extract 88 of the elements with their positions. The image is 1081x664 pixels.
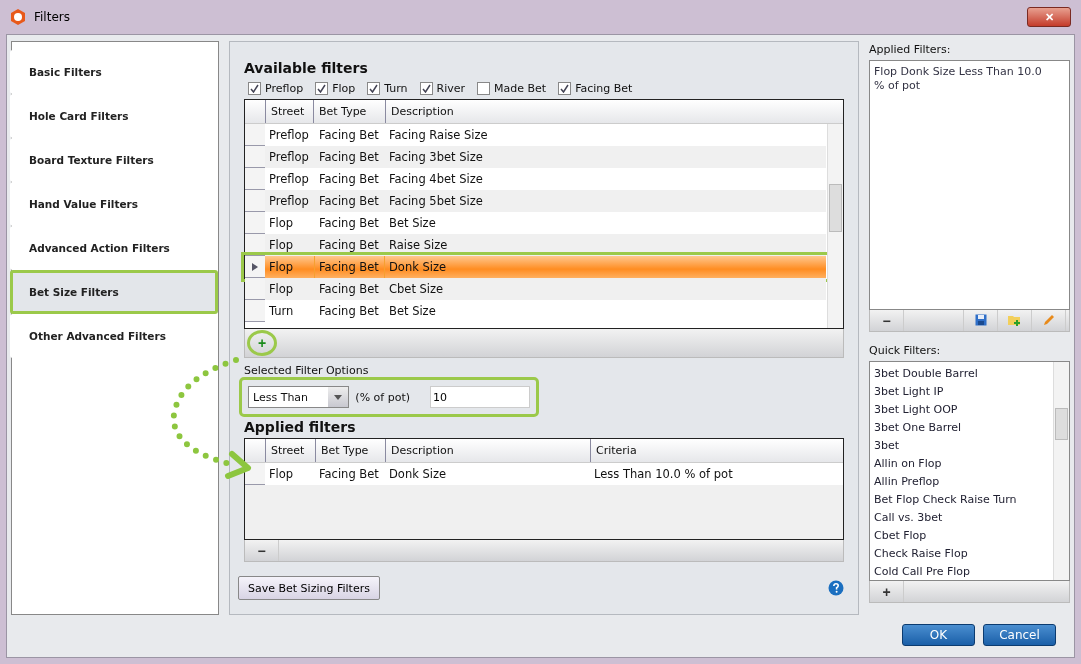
list-item[interactable]: Call vs. 3bet — [874, 508, 1049, 526]
column-header[interactable]: Street — [265, 100, 313, 123]
table-cell-text: Facing Bet — [318, 193, 380, 210]
dialog-button[interactable]: OK — [902, 624, 975, 646]
remove-button[interactable]: − — [870, 310, 904, 331]
table-cell-text: Flop — [268, 466, 295, 483]
table-cell-text: Facing Raise Size — [388, 127, 489, 144]
checkbox[interactable] — [558, 82, 572, 95]
table-row[interactable]: Flop Facing Bet Donk Size Less Than 10.0 % of pot — [245, 463, 843, 485]
checkbox-label: Made Bet — [494, 82, 547, 95]
list-item[interactable]: Cold Call Pre Flop — [874, 562, 1049, 580]
caret-icon — [328, 387, 349, 407]
table-cell-text: Donk Size — [388, 466, 448, 483]
table-cell-text: Facing 3bet Size — [388, 149, 484, 166]
table-cell-text: Flop — [268, 215, 295, 232]
unit-label: (% of pot) — [355, 390, 410, 404]
list-item[interactable]: Allin Preflop — [874, 472, 1049, 490]
table-cell-text: Facing Bet — [318, 466, 380, 483]
table-cell-text: Preflop — [268, 171, 310, 188]
table-cell-text: Preflop — [268, 193, 310, 210]
table-row[interactable]: Preflop Facing Bet Facing 3bet Size — [245, 146, 826, 168]
table-row[interactable]: Preflop Facing Bet Facing 5bet Size — [245, 190, 826, 212]
dialog-button[interactable]: Cancel — [983, 624, 1056, 646]
table-cell-text: Less Than 10.0 % of pot — [593, 466, 734, 483]
checkbox[interactable] — [477, 82, 491, 95]
help-icon[interactable] — [828, 580, 844, 596]
checkbox-label: River — [436, 82, 466, 95]
app-logo-icon — [10, 9, 26, 25]
column-header[interactable]: Bet Type — [315, 439, 385, 462]
list-item[interactable]: Bet Flop Check Raise Turn — [874, 490, 1049, 508]
column-header[interactable]: Bet Type — [313, 100, 385, 123]
column-header[interactable]: Street — [265, 439, 315, 462]
checkbox-label: Preflop — [265, 82, 304, 95]
table-cell-text: Facing 5bet Size — [388, 193, 484, 210]
options-label: Selected Filter Options — [244, 364, 370, 377]
column-header[interactable]: Description — [385, 439, 590, 462]
table-cell-text: Cbet Size — [388, 281, 445, 298]
list-item[interactable]: Allin on Flop — [874, 454, 1049, 472]
list-item[interactable]: Cbet Flop — [874, 526, 1049, 544]
save-button[interactable]: Save Bet Sizing Filters — [238, 576, 380, 600]
column-header[interactable]: Description — [385, 100, 783, 123]
table-cell-text: Facing Bet — [318, 237, 380, 254]
table-cell-text: Facing Bet — [318, 149, 380, 166]
scrollbar[interactable] — [1053, 362, 1069, 580]
checkbox[interactable] — [419, 82, 433, 95]
checkbox-label: Facing Bet — [575, 82, 633, 95]
applied-filter-text: Flop Donk Size Less Than 10.0 % of pot — [874, 65, 1043, 93]
add-button[interactable]: + — [247, 330, 277, 356]
operator-dropdown[interactable]: Less Than — [248, 386, 350, 408]
table-cell-text: Facing Bet — [318, 215, 380, 232]
row-pointer-icon — [252, 262, 258, 271]
table-cell-text: Facing Bet — [318, 281, 380, 298]
sidebar-item[interactable]: Bet Size Filters — [10, 270, 218, 314]
remove-button[interactable]: − — [245, 540, 279, 561]
list-item[interactable]: 3bet Light IP — [874, 382, 1049, 400]
checkbox[interactable] — [315, 82, 329, 95]
panel-label: Applied Filters: — [869, 43, 952, 56]
table-cell-text: Donk Size — [388, 259, 448, 276]
checkbox[interactable] — [248, 82, 261, 95]
checkbox[interactable] — [367, 82, 381, 95]
table-cell-text: Raise Size — [388, 237, 449, 254]
table-cell-text: Bet Size — [388, 215, 437, 232]
list-item[interactable]: 3bet Light OOP — [874, 400, 1049, 418]
checkbox-label: Flop — [332, 82, 356, 95]
panel-label: Quick Filters: — [869, 344, 942, 357]
list-item[interactable]: Check Raise Flop — [874, 544, 1049, 562]
window-title: Filters — [34, 10, 71, 24]
section-title: Available filters — [244, 60, 369, 76]
table-cell-text: Facing 4bet Size — [388, 171, 484, 188]
add-button[interactable]: + — [870, 581, 904, 602]
value-field[interactable]: 10 — [430, 386, 530, 408]
table-cell-text: Preflop — [268, 149, 310, 166]
list-item[interactable]: 3bet Double Barrel — [874, 364, 1049, 382]
table-cell-text: Facing Bet — [318, 171, 380, 188]
list-item[interactable]: 3bet One Barrel — [874, 418, 1049, 436]
list-item[interactable]: 3bet — [874, 436, 1049, 454]
column-header[interactable]: Criteria — [590, 439, 795, 462]
table-cell-text: Bet Size — [388, 303, 437, 320]
table-row[interactable]: Flop Facing Bet Cbet Size — [245, 278, 826, 300]
table-cell-text: Flop — [268, 237, 295, 254]
section-title: Applied filters — [244, 419, 357, 435]
table-cell-text: Turn — [268, 303, 295, 320]
scrollbar[interactable] — [827, 124, 843, 328]
table-cell-text: Preflop — [268, 127, 310, 144]
table-cell-text: Flop — [268, 281, 295, 298]
table-cell-text: Facing Bet — [318, 303, 380, 320]
table-cell-text: Facing Bet — [318, 127, 380, 144]
checkbox-label: Turn — [384, 82, 408, 95]
